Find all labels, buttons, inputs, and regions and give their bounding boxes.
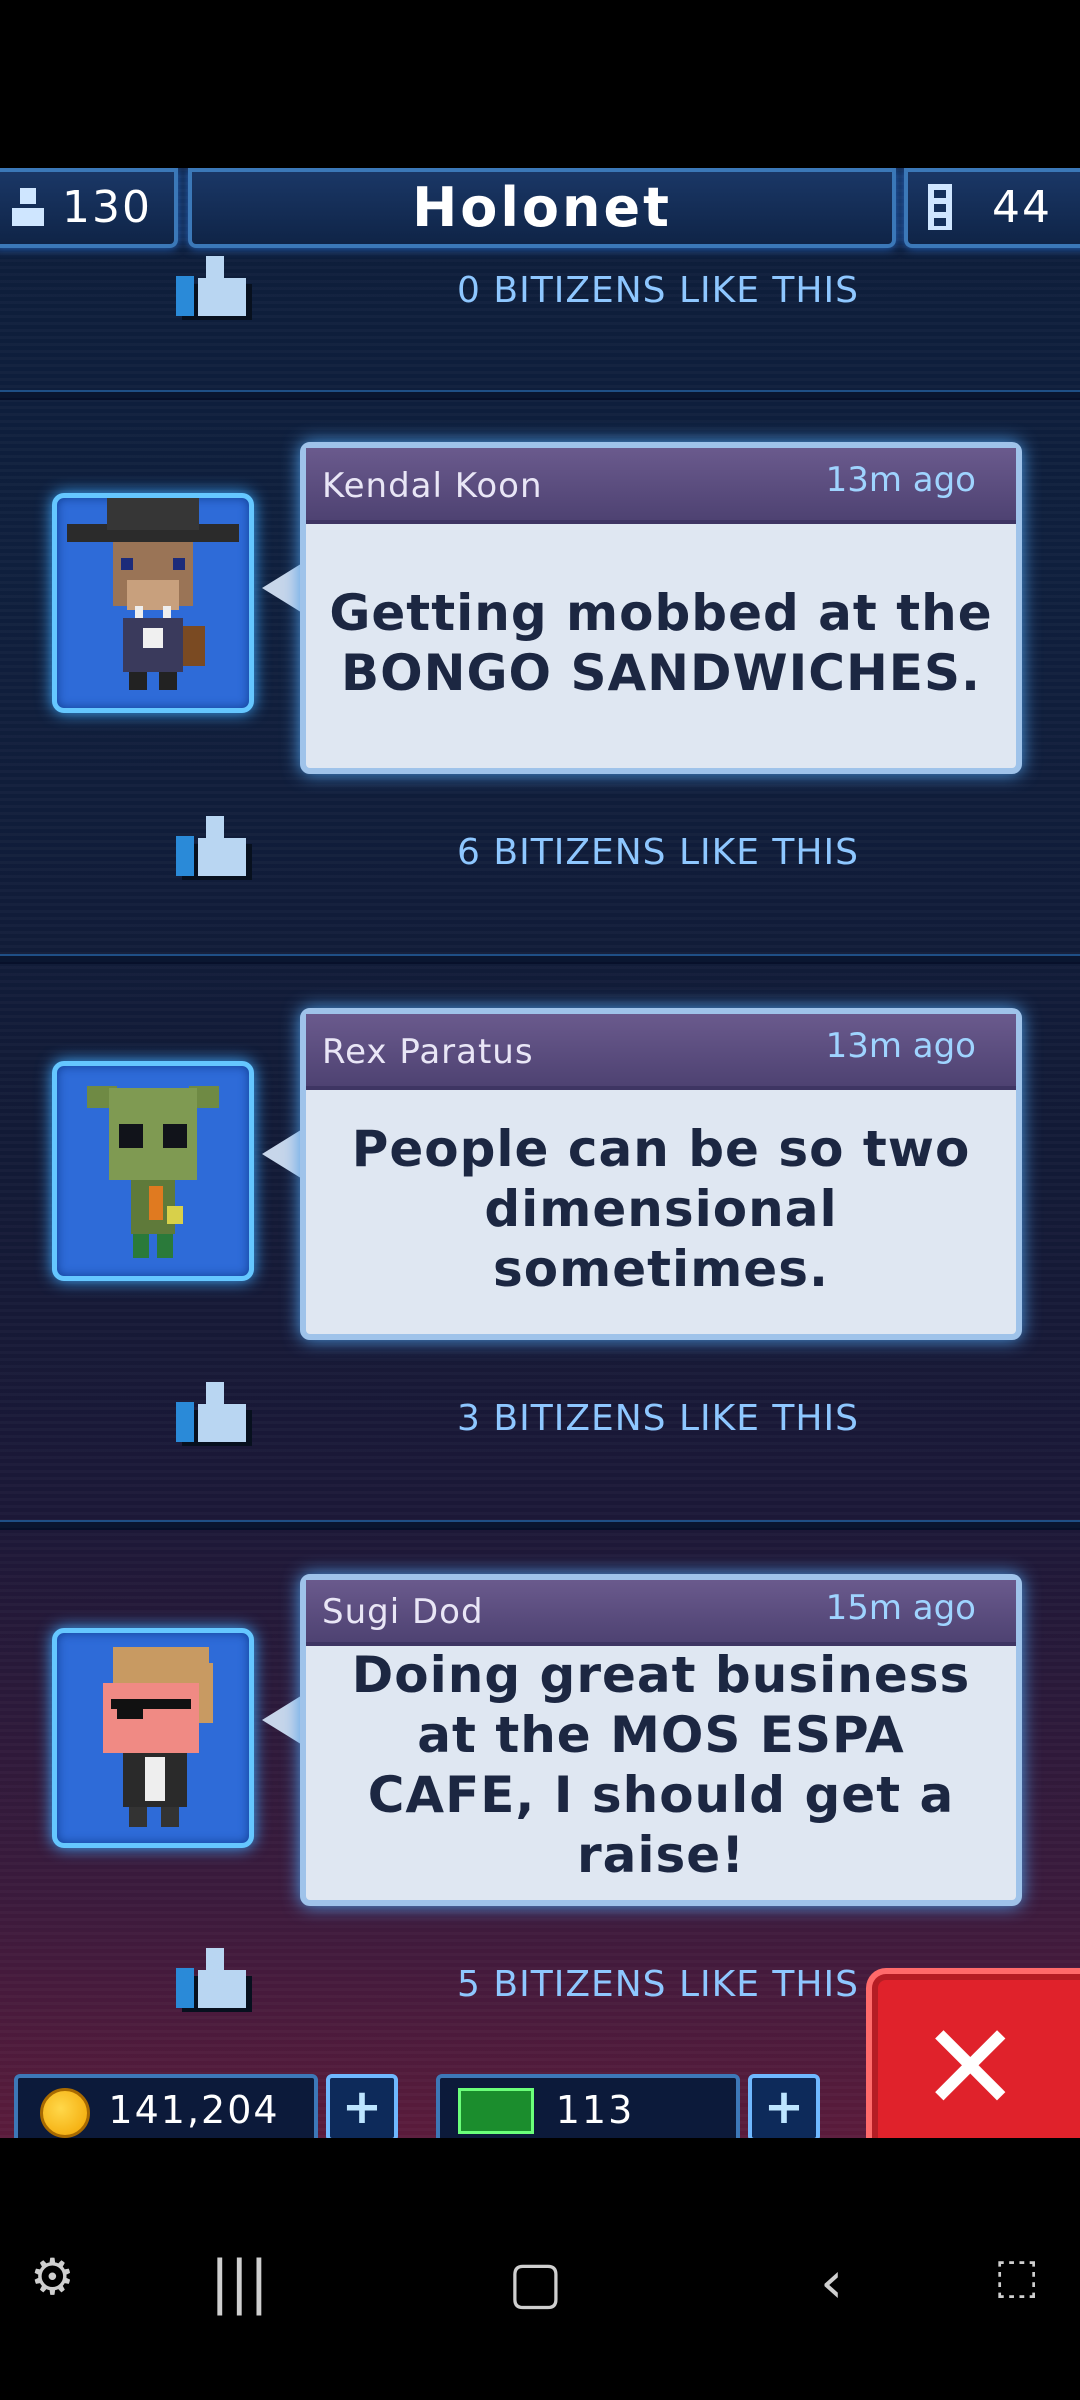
system-navigation-bar: ⚙ ||| ▢ ‹ ⬚	[0, 2180, 1080, 2400]
likes-count: 3 BITIZENS LIKE THIS	[457, 1398, 859, 1439]
status-bar-area	[0, 0, 1080, 168]
floors-panel: 44	[904, 168, 1080, 248]
close-icon: ✕	[920, 1999, 1021, 2138]
bux-panel: 113	[436, 2074, 740, 2138]
close-button[interactable]: ✕	[866, 1968, 1080, 2138]
post-message: Getting mobbed at the BONGO SANDWICHES.	[329, 584, 993, 702]
page-title-panel: Holonet	[188, 168, 896, 248]
holonet-header: 130 Holonet 44	[0, 168, 1080, 248]
poster-name: Kendal Koon	[322, 466, 543, 506]
game-tools-icon[interactable]: ⚙	[30, 2248, 75, 2306]
avatar-kendal-koon[interactable]	[52, 493, 254, 713]
likes-count: 0 BITIZENS LIKE THIS	[457, 270, 859, 311]
post-bubble: Kendal Koon 13m ago Getting mobbed at th…	[300, 442, 1022, 774]
post-bubble: Rex Paratus 13m ago People can be so two…	[300, 1008, 1022, 1340]
character-portrait	[103, 1647, 213, 1827]
post-message: Doing great business at the MOS ESPA CAF…	[351, 1646, 971, 1884]
add-coins-button[interactable]: +	[326, 2074, 398, 2138]
accessibility-icon[interactable]: ⬚	[994, 2248, 1039, 2304]
avatar-rex-paratus[interactable]	[52, 1061, 254, 1281]
back-icon[interactable]: ‹	[820, 2248, 843, 2316]
population-panel: 130	[0, 168, 178, 248]
poster-name: Sugi Dod	[322, 1592, 484, 1632]
person-icon	[12, 188, 44, 226]
coins-panel: 141,204	[14, 2074, 318, 2138]
floors-count: 44	[992, 182, 1052, 233]
likes-count: 6 BITIZENS LIKE THIS	[457, 832, 859, 873]
poster-name: Rex Paratus	[322, 1032, 534, 1072]
home-icon[interactable]: ▢	[508, 2248, 563, 2316]
post-time: 13m ago	[825, 460, 976, 500]
currency-hud: 141,204 + 113 + ✕	[0, 1968, 1080, 2138]
coins-value: 141,204	[108, 2088, 280, 2132]
add-bux-button[interactable]: +	[748, 2074, 820, 2138]
population-count: 130	[62, 182, 152, 233]
bux-value: 113	[555, 2088, 635, 2132]
elevator-icon	[928, 184, 952, 230]
post-time: 15m ago	[825, 1588, 976, 1628]
post-time: 13m ago	[825, 1026, 976, 1066]
avatar-sugi-dod[interactable]	[52, 1628, 254, 1848]
recent-apps-icon[interactable]: |||	[210, 2248, 269, 2316]
post-bubble: Sugi Dod 15m ago Doing great business at…	[300, 1574, 1022, 1906]
post-message: People can be so two dimensional sometim…	[351, 1120, 971, 1298]
character-portrait	[87, 1086, 219, 1258]
holonet-screen: 130 Holonet 44 0 BITIZENS LIKE THIS Kend…	[0, 168, 1080, 2138]
page-title: Holonet	[412, 176, 672, 239]
character-portrait	[67, 498, 239, 690]
